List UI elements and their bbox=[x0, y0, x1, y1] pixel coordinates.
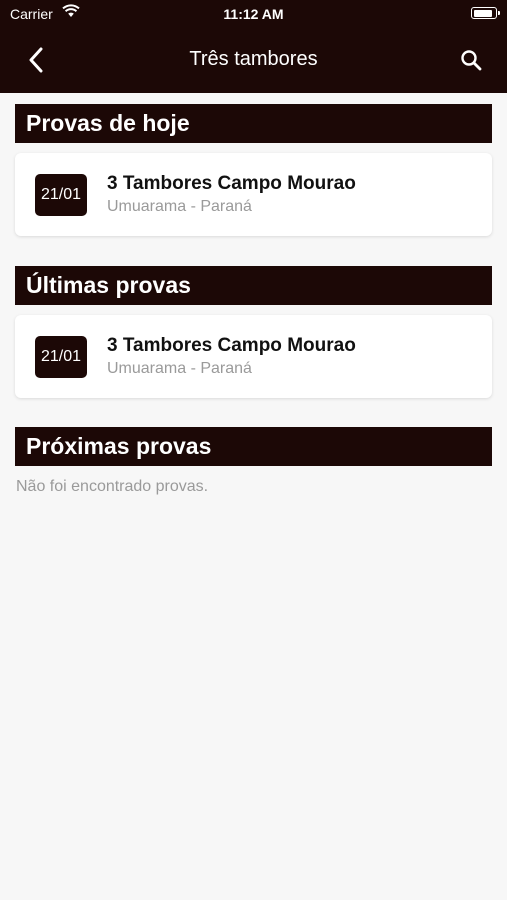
event-location: Umuarama - Paraná bbox=[107, 198, 252, 215]
date-badge: 21/01 bbox=[35, 336, 87, 378]
status-time: 11:12 AM bbox=[223, 6, 284, 22]
section-header-latest: Últimas provas bbox=[15, 266, 492, 305]
empty-message: Não foi encontrado provas. bbox=[16, 478, 209, 495]
search-button[interactable] bbox=[455, 44, 487, 76]
status-bar: Carrier 11:12 AM bbox=[0, 0, 507, 28]
event-title: 3 Tambores Campo Mourao bbox=[107, 335, 356, 356]
event-location: Umuarama - Paraná bbox=[107, 360, 252, 377]
top-bar: Carrier 11:12 AM Três tambores bbox=[0, 0, 507, 93]
navigation-bar: Três tambores bbox=[0, 34, 507, 86]
event-card[interactable]: 21/01 3 Tambores Campo Mourao Umuarama -… bbox=[15, 153, 492, 236]
page-title: Três tambores bbox=[189, 48, 318, 70]
date-badge: 21/01 bbox=[35, 174, 87, 216]
event-title: 3 Tambores Campo Mourao bbox=[107, 173, 356, 194]
section-header-upcoming: Próximas provas bbox=[15, 427, 492, 466]
battery-icon bbox=[471, 7, 500, 19]
section-header-today: Provas de hoje bbox=[15, 104, 492, 143]
event-card[interactable]: 21/01 3 Tambores Campo Mourao Umuarama -… bbox=[15, 315, 492, 398]
search-icon bbox=[461, 50, 482, 71]
